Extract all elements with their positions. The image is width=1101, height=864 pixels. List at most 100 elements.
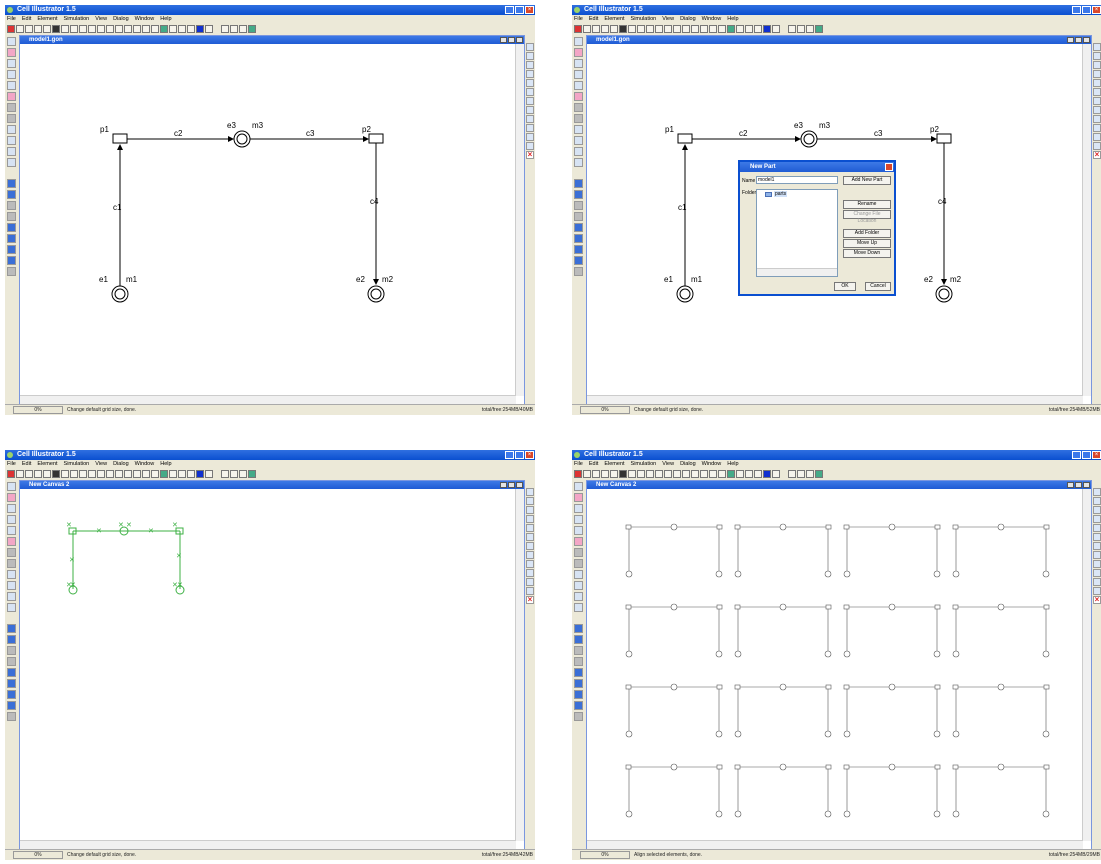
tool-entity-icon[interactable] (25, 469, 33, 478)
menu-view[interactable]: View (662, 15, 674, 23)
zoom-in-icon[interactable] (133, 24, 141, 33)
palette-item-icon[interactable] (1093, 551, 1101, 559)
tool-bend-icon[interactable] (115, 469, 123, 478)
menu-file[interactable]: File (574, 15, 583, 23)
tool-connector-icon[interactable] (628, 24, 636, 33)
vertical-scrollbar[interactable] (1082, 44, 1091, 396)
entity-e2[interactable] (935, 285, 953, 303)
palette-item-icon[interactable] (1093, 70, 1101, 78)
horizontal-scrollbar[interactable] (20, 395, 516, 404)
palette-item-icon[interactable] (1093, 61, 1101, 69)
zoom-in-icon[interactable] (700, 469, 708, 478)
palette-item-icon[interactable] (1093, 79, 1101, 87)
palette-item-icon[interactable] (7, 537, 16, 546)
menu-dialog[interactable]: Dialog (113, 15, 129, 23)
tool-arrow-icon[interactable] (79, 24, 87, 33)
palette-item-icon[interactable] (7, 570, 16, 579)
palette-item-icon[interactable] (574, 136, 583, 145)
tool-transition-icon[interactable] (619, 24, 627, 33)
model-copy[interactable] (952, 603, 1050, 658)
palette-item-icon[interactable] (1093, 506, 1101, 514)
delete-icon[interactable]: × (1093, 151, 1101, 159)
graph-icon[interactable] (7, 245, 16, 254)
menu-edit[interactable]: Edit (589, 460, 598, 468)
tool-transition-icon[interactable] (619, 469, 627, 478)
palette-item-icon[interactable] (526, 578, 534, 586)
settings-icon[interactable] (7, 267, 16, 276)
tool-table-icon[interactable] (239, 24, 247, 33)
menu-edit[interactable]: Edit (22, 460, 31, 468)
step-icon[interactable] (7, 635, 16, 644)
model-copy[interactable] (734, 763, 832, 818)
palette-item-icon[interactable] (526, 488, 534, 496)
palette-item-icon[interactable] (526, 551, 534, 559)
menu-element[interactable]: Element (37, 460, 57, 468)
tool-pointer-icon[interactable] (583, 469, 591, 478)
palette-item-icon[interactable] (574, 548, 583, 557)
model-copy[interactable] (734, 683, 832, 738)
folder-item-parts[interactable]: parts (774, 191, 788, 197)
tool-line-icon[interactable] (106, 469, 114, 478)
palette-item-icon[interactable] (526, 97, 534, 105)
faster-forward-icon[interactable] (7, 679, 16, 688)
chart-icon[interactable] (574, 701, 583, 710)
tool-figure-icon[interactable] (754, 24, 762, 33)
tool-shape-icon[interactable] (160, 24, 168, 33)
palette-item-icon[interactable] (7, 136, 16, 145)
tool-test-icon[interactable] (664, 24, 672, 33)
tool-eye-icon[interactable] (248, 24, 256, 33)
palette-item-icon[interactable] (1093, 515, 1101, 523)
tool-place-icon[interactable] (43, 24, 51, 33)
palette-item-icon[interactable] (526, 79, 534, 87)
tool-inhibitor-icon[interactable] (655, 469, 663, 478)
close-icon[interactable] (885, 163, 893, 171)
tool-place-icon[interactable] (43, 469, 51, 478)
ok-button[interactable]: OK (834, 282, 856, 291)
tool-figure-icon[interactable] (187, 24, 195, 33)
palette-item-icon[interactable] (1093, 542, 1101, 550)
tree-horizontal-scrollbar[interactable] (757, 268, 837, 276)
folder-tree[interactable]: parts (756, 189, 838, 277)
tool-hand-icon[interactable] (691, 469, 699, 478)
menu-view[interactable]: View (662, 460, 674, 468)
palette-item-icon[interactable] (1093, 524, 1101, 532)
menu-element[interactable]: Element (604, 460, 624, 468)
palette-item-icon[interactable] (1093, 587, 1101, 595)
tool-connector-icon[interactable] (61, 469, 69, 478)
palette-item-icon[interactable] (1093, 488, 1101, 496)
palette-item-icon[interactable] (574, 158, 583, 167)
minimize-icon[interactable] (1067, 37, 1074, 43)
tool-arrow-icon[interactable] (646, 469, 654, 478)
palette-item-icon[interactable] (1093, 115, 1101, 123)
tool-shape-icon[interactable] (727, 24, 735, 33)
move-up-button[interactable]: Move Up (843, 239, 891, 248)
palette-item-icon[interactable] (574, 526, 583, 535)
zoom-out-icon[interactable] (709, 24, 717, 33)
zoom-in-icon[interactable] (133, 469, 141, 478)
color-line-icon[interactable] (772, 24, 780, 33)
menu-element[interactable]: Element (37, 15, 57, 23)
tool-stop-icon[interactable] (574, 24, 582, 33)
palette-item-icon[interactable] (7, 504, 16, 513)
close-icon[interactable] (516, 482, 523, 488)
minimize-icon[interactable] (505, 451, 514, 459)
step-icon[interactable] (7, 190, 16, 199)
tool-arrow-icon[interactable] (79, 469, 87, 478)
change-file-location-button[interactable]: Change File Location (843, 210, 891, 224)
model-copy[interactable] (952, 523, 1050, 578)
tool-bend-icon[interactable] (682, 24, 690, 33)
tool-rect-icon[interactable] (221, 24, 229, 33)
palette-item-icon[interactable] (574, 103, 583, 112)
tool-hand-icon[interactable] (691, 24, 699, 33)
palette-item-icon[interactable] (1093, 106, 1101, 114)
palette-item-icon[interactable] (526, 43, 534, 51)
entity-e3[interactable] (800, 130, 818, 148)
palette-item-icon[interactable] (574, 504, 583, 513)
palette-item-icon[interactable] (574, 125, 583, 134)
minimize-icon[interactable] (1067, 482, 1074, 488)
palette-item-icon[interactable] (7, 603, 16, 612)
stop-icon[interactable] (7, 212, 16, 221)
stop-icon[interactable] (7, 657, 16, 666)
fast-forward-icon[interactable] (574, 668, 583, 677)
menu-element[interactable]: Element (604, 15, 624, 23)
